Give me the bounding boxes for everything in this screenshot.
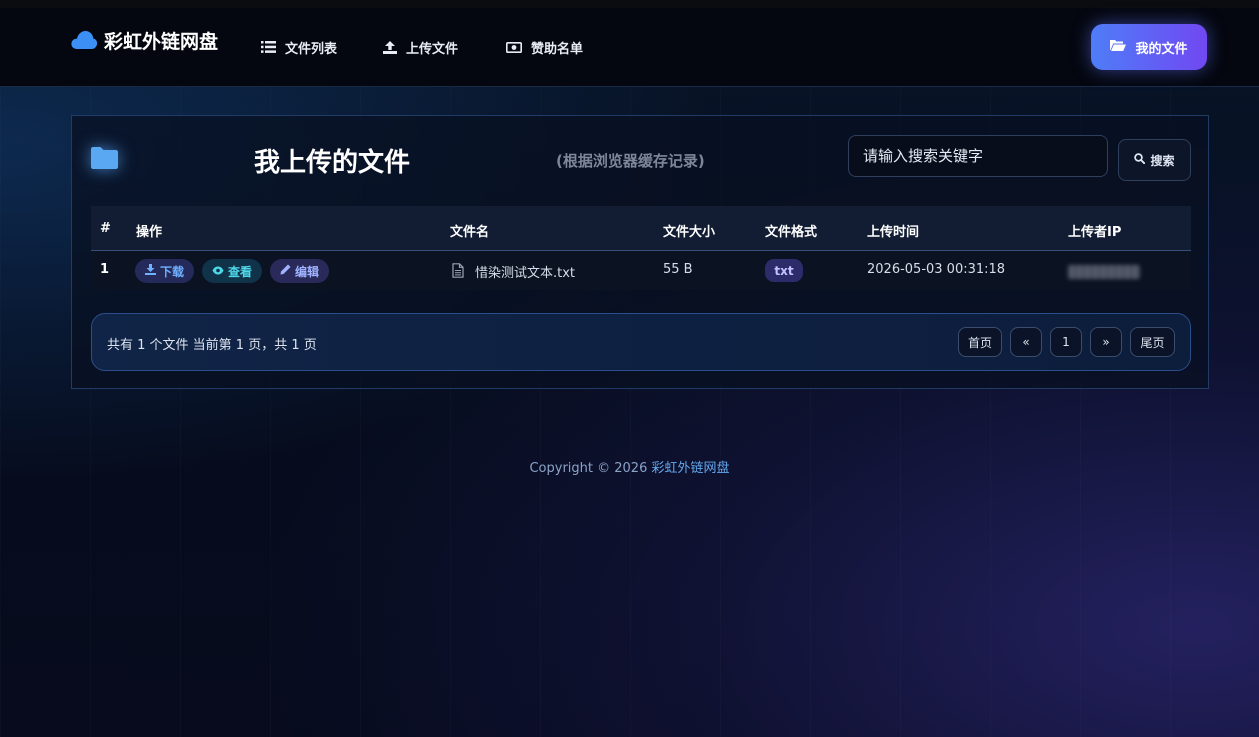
files-panel: 我上传的文件 (根据浏览器缓存记录) 搜索 # 操作 文件名 文件大小 文件格式… <box>71 115 1209 389</box>
view-label: 查看 <box>227 264 252 279</box>
file-format-badge: txt <box>765 259 803 282</box>
top-strip <box>0 0 1259 8</box>
page-subtitle: (根据浏览器缓存记录) <box>556 152 705 170</box>
folder-icon <box>90 146 119 174</box>
eye-icon <box>212 264 224 278</box>
nav-file-list[interactable]: 文件列表 <box>261 36 337 58</box>
upload-time: 2026-05-03 00:31:18 <box>867 262 1006 277</box>
search-input[interactable] <box>848 135 1108 177</box>
download-label: 下载 <box>159 264 184 279</box>
page-current-button[interactable]: 1 <box>1050 327 1082 357</box>
nav-upload-label: 上传文件 <box>406 41 459 57</box>
file-name-link[interactable]: 惜染测试文本.txt <box>475 262 575 281</box>
my-files-button[interactable]: 我的文件 <box>1091 24 1207 70</box>
file-text-icon <box>452 263 464 282</box>
edit-label: 编辑 <box>294 264 319 279</box>
search-icon <box>1134 153 1146 167</box>
nav-sponsors[interactable]: 赞助名单 <box>506 36 583 58</box>
brand-logo[interactable]: 彩虹外链网盘 <box>70 26 218 54</box>
table-row: 1 下载 查看 编辑 惜染测试文本.txt 55 B txt 2026-05-0… <box>91 251 1191 290</box>
col-size: 文件大小 <box>663 225 716 240</box>
nav-upload[interactable]: 上传文件 <box>383 36 458 58</box>
brand-name: 彩虹外链网盘 <box>104 30 219 53</box>
col-index: # <box>100 221 111 236</box>
download-button[interactable]: 下载 <box>135 259 194 283</box>
folder-open-icon <box>1110 39 1127 55</box>
page-title: 我上传的文件 <box>254 148 411 178</box>
navbar: 彩虹外链网盘 文件列表 上传文件 赞助名单 我的文件 <box>0 8 1259 87</box>
file-size: 55 B <box>663 262 693 277</box>
uploader-ip-redacted <box>1068 265 1140 279</box>
col-uploader-ip: 上传者IP <box>1068 225 1122 240</box>
download-icon <box>144 264 156 278</box>
page-next-button[interactable]: » <box>1090 327 1122 357</box>
list-icon <box>261 41 276 53</box>
upload-icon <box>383 40 397 54</box>
row-index: 1 <box>100 262 110 277</box>
cloud-icon <box>70 29 98 51</box>
pencil-icon <box>280 264 291 278</box>
footer: Copyright © 2026 彩虹外链网盘 <box>0 457 1259 476</box>
page-last-button[interactable]: 尾页 <box>1130 327 1175 357</box>
footer-copyright: Copyright © 2026 <box>529 461 652 476</box>
col-actions: 操作 <box>136 225 163 240</box>
pagination-bar: 共有 1 个文件 当前第 1 页，共 1 页 首页 « 1 » 尾页 <box>91 313 1191 371</box>
search-button-label: 搜索 <box>1150 153 1175 168</box>
col-format: 文件格式 <box>765 225 818 240</box>
edit-button[interactable]: 编辑 <box>270 259 329 283</box>
my-files-label: 我的文件 <box>1135 41 1188 57</box>
files-table: # 操作 文件名 文件大小 文件格式 上传时间 上传者IP 1 下载 查看 编辑… <box>91 206 1191 290</box>
table-header: # 操作 文件名 文件大小 文件格式 上传时间 上传者IP <box>91 206 1191 251</box>
col-upload-time: 上传时间 <box>867 225 920 240</box>
nav-file-list-label: 文件列表 <box>285 41 338 57</box>
col-filename: 文件名 <box>450 225 490 240</box>
nav-sponsors-label: 赞助名单 <box>531 41 584 57</box>
pagination-info: 共有 1 个文件 当前第 1 页，共 1 页 <box>107 338 317 353</box>
search-button[interactable]: 搜索 <box>1118 139 1191 181</box>
page-prev-button[interactable]: « <box>1010 327 1042 357</box>
view-button[interactable]: 查看 <box>202 259 262 283</box>
footer-site-link[interactable]: 彩虹外链网盘 <box>652 461 730 476</box>
page-first-button[interactable]: 首页 <box>958 327 1002 357</box>
money-icon <box>506 41 522 53</box>
